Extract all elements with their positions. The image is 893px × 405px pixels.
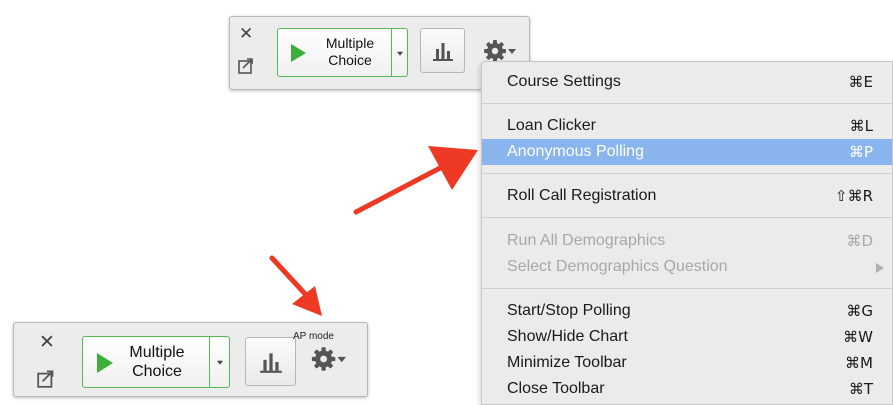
play-icon xyxy=(291,44,306,62)
menu-item-label: Course Settings xyxy=(507,73,621,90)
menu-item-label: Minimize Toolbar xyxy=(507,354,627,371)
multiple-choice-start-button[interactable]: Multiple Choice xyxy=(82,336,230,388)
bar-chart-icon xyxy=(259,352,282,373)
settings-dropdown-menu: Course Settings ⌘E Loan Clicker ⌘L Anony… xyxy=(481,61,893,405)
menu-item-start-stop-polling[interactable]: Start/Stop Polling ⌘G xyxy=(482,298,892,324)
menu-item-show-hide-chart[interactable]: Show/Hide Chart ⌘W xyxy=(482,324,892,350)
menu-item-course-settings[interactable]: Course Settings ⌘E xyxy=(482,69,892,95)
menu-item-label: Roll Call Registration xyxy=(507,187,657,204)
question-type-label: Multiple Choice xyxy=(308,35,392,69)
gear-icon xyxy=(311,347,346,371)
chevron-down-icon xyxy=(397,51,403,56)
show-chart-button[interactable] xyxy=(245,337,296,386)
question-type-line1: Multiple xyxy=(325,35,375,51)
menu-item-label: Close Toolbar xyxy=(507,380,605,397)
menu-item-label: Anonymous Polling xyxy=(507,143,644,160)
question-type-line2: Choice xyxy=(132,363,182,381)
ap-mode-indicator: AP mode xyxy=(293,331,334,342)
menu-item-shortcut: ⌘D xyxy=(846,232,873,250)
menu-item-anonymous-polling[interactable]: Anonymous Polling ⌘P xyxy=(482,139,892,165)
menu-item-shortcut: ⌘W xyxy=(843,328,873,346)
menu-item-select-demographics-question: Select Demographics Question xyxy=(482,254,892,280)
submenu-arrow-icon xyxy=(876,263,884,273)
menu-item-shortcut: ⌘L xyxy=(849,117,873,135)
multiple-choice-start-button[interactable]: Multiple Choice xyxy=(277,28,408,77)
menu-separator xyxy=(482,103,892,104)
chevron-down-icon xyxy=(217,360,223,365)
close-icon[interactable]: ✕ xyxy=(239,26,253,43)
menu-item-shortcut: ⌘G xyxy=(846,302,873,320)
menu-item-run-all-demographics: Run All Demographics ⌘D xyxy=(482,228,892,254)
question-type-line1: Multiple xyxy=(129,344,185,361)
menu-item-loan-clicker[interactable]: Loan Clicker ⌘L xyxy=(482,113,892,139)
export-icon[interactable] xyxy=(36,367,58,389)
close-icon[interactable]: ✕ xyxy=(39,333,55,352)
question-type-dropdown[interactable] xyxy=(209,337,230,387)
menu-item-roll-call-registration[interactable]: Roll Call Registration ⇧⌘R xyxy=(482,183,892,209)
menu-item-label: Loan Clicker xyxy=(507,117,596,134)
menu-item-shortcut: ⌘T xyxy=(848,380,873,398)
question-type-line2: Choice xyxy=(328,51,372,68)
show-chart-button[interactable] xyxy=(420,28,465,73)
menu-item-close-toolbar[interactable]: Close Toolbar ⌘T xyxy=(482,376,892,402)
question-type-label: Multiple Choice xyxy=(111,343,203,381)
menu-item-shortcut: ⌘E xyxy=(848,73,873,91)
menu-item-shortcut: ⌘P xyxy=(848,143,873,161)
menu-separator xyxy=(482,217,892,218)
annotation-arrow-icon xyxy=(269,255,322,316)
menu-separator xyxy=(482,288,892,289)
annotation-arrow-icon xyxy=(353,146,478,215)
bar-chart-icon xyxy=(432,42,453,61)
settings-menu-button[interactable] xyxy=(308,343,352,375)
menu-item-minimize-toolbar[interactable]: Minimize Toolbar ⌘M xyxy=(482,350,892,376)
menu-separator xyxy=(482,173,892,174)
question-type-dropdown[interactable] xyxy=(391,29,408,76)
menu-item-shortcut: ⇧⌘R xyxy=(835,187,873,205)
menu-item-label: Run All Demographics xyxy=(507,232,666,249)
export-icon[interactable] xyxy=(237,55,257,75)
menu-item-label: Show/Hide Chart xyxy=(507,328,628,345)
toolbar-bottom: ✕ Multiple Choice AP mode xyxy=(13,322,368,397)
menu-item-label: Start/Stop Polling xyxy=(507,302,631,319)
menu-item-shortcut: ⌘M xyxy=(845,354,873,372)
menu-item-label: Select Demographics Question xyxy=(507,258,728,275)
